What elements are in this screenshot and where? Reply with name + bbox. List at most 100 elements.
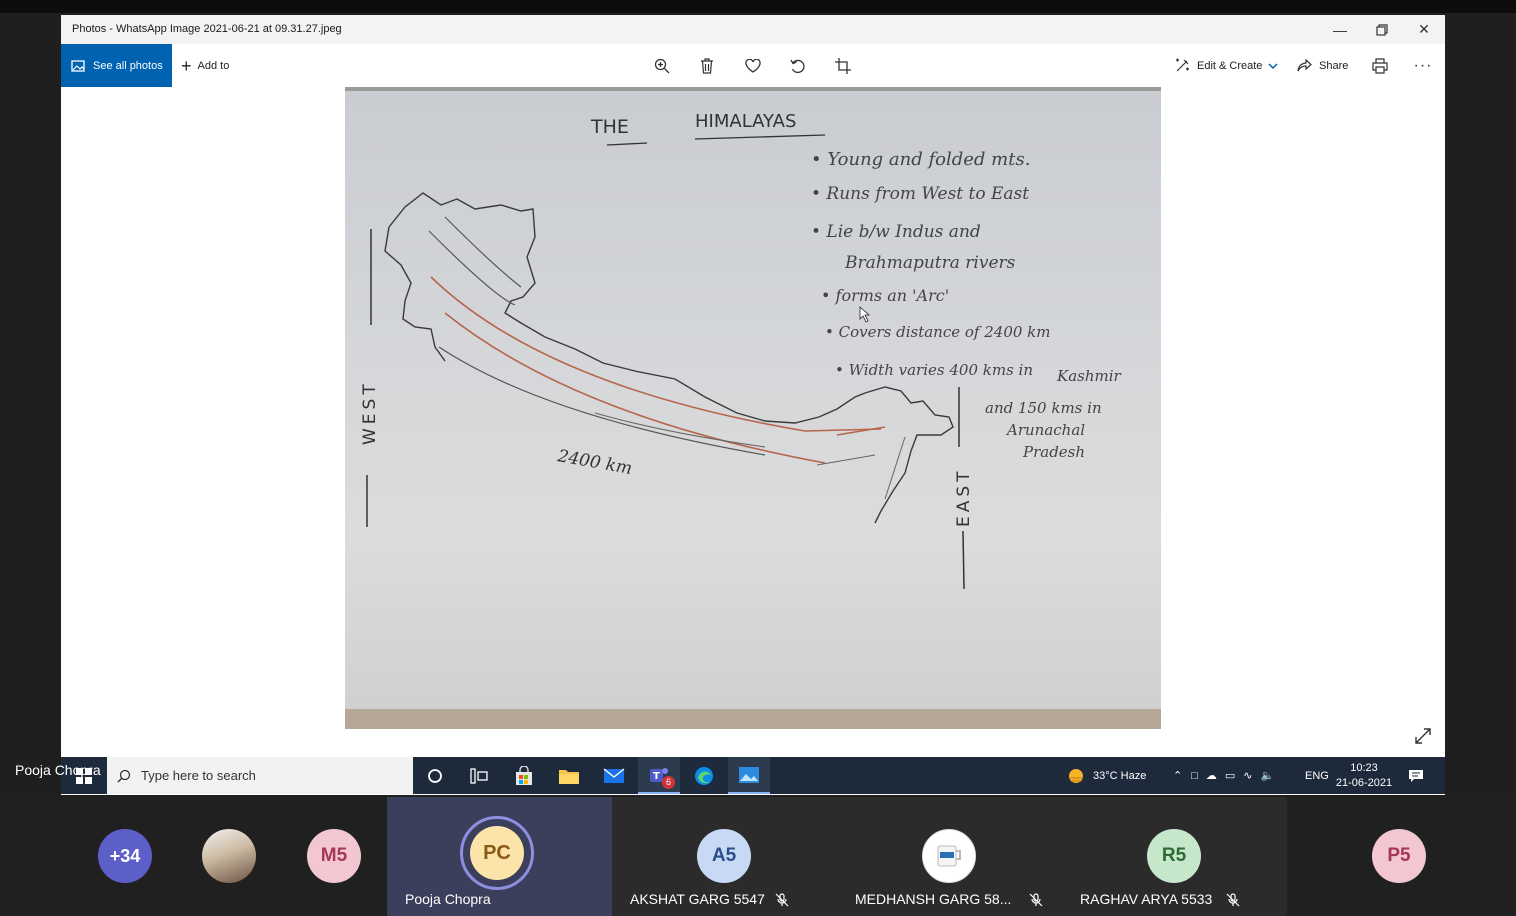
weather-widget[interactable]: 33°C Haze <box>1067 757 1146 794</box>
wb-title-himalayas: HIMALAYAS <box>695 111 796 132</box>
mouse-cursor <box>859 306 871 323</box>
print-button[interactable] <box>1368 54 1392 78</box>
participant-tile-medhansh-garg[interactable]: MEDHANSH GARG 58... <box>837 797 1062 916</box>
wb-distance-label: 2400 km <box>555 446 633 479</box>
taskbar-search-box[interactable]: Type here to search <box>107 757 413 794</box>
more-icon: ··· <box>1413 57 1433 74</box>
zoom-button[interactable] <box>650 54 674 78</box>
title-bar: Photos - WhatsApp Image 2021-06-21 at 09… <box>61 15 1445 44</box>
whiteboard-drawing: THE HIMALAYAS • Young and folded mts. • … <box>345 87 1161 729</box>
wb-west-label: WEST <box>360 380 380 445</box>
presenter-name-label: Pooja Chopra <box>15 762 101 778</box>
folder-icon <box>559 769 579 784</box>
edge-app-button[interactable] <box>683 757 725 794</box>
edit-create-label: Edit & Create <box>1197 59 1263 72</box>
rotate-button[interactable] <box>786 54 810 78</box>
onedrive-cloud-icon[interactable]: ☁ <box>1206 769 1217 782</box>
see-all-photos-label: See all photos <box>93 59 163 72</box>
task-view-button[interactable] <box>458 757 500 794</box>
participant-tile-photo[interactable] <box>177 797 282 916</box>
avatar: M5 <box>307 829 361 883</box>
participant-name: AKSHAT GARG 5547 <box>630 891 765 907</box>
restore-icon <box>1376 23 1388 36</box>
mug-image-icon <box>937 845 961 867</box>
share-label: Share <box>1319 59 1349 72</box>
delete-button[interactable] <box>695 54 719 78</box>
edit-icon <box>1176 58 1189 72</box>
teams-app-button[interactable]: T 6 <box>638 757 680 794</box>
action-center-button[interactable] <box>1408 757 1424 794</box>
teams-notification-badge: 6 <box>662 776 676 789</box>
file-explorer-button[interactable] <box>548 757 590 794</box>
language-indicator[interactable]: ENG <box>1305 757 1329 794</box>
add-to-button[interactable]: + Add to <box>181 44 229 87</box>
minimize-button[interactable]: — <box>1319 15 1361 44</box>
clock-date: 21-06-2021 <box>1335 777 1393 789</box>
weather-text: 33°C Haze <box>1093 769 1147 782</box>
task-view-icon <box>470 767 488 784</box>
photos-app-icon <box>739 766 759 783</box>
avatar: R5 <box>1147 829 1201 883</box>
participant-tile-raghav-arya[interactable]: R5 RAGHAV ARYA 5533 <box>1062 797 1287 916</box>
more-options-button[interactable]: ··· <box>1411 54 1435 78</box>
store-icon <box>516 765 532 785</box>
volume-icon[interactable]: 🔈 <box>1261 769 1275 782</box>
close-button[interactable]: ✕ <box>1403 15 1445 44</box>
add-to-label: Add to <box>197 59 230 72</box>
share-button[interactable]: Share <box>1297 44 1348 87</box>
photos-icon <box>71 59 85 72</box>
window-title: Photos - WhatsApp Image 2021-06-21 at 09… <box>72 23 342 35</box>
store-app-button[interactable] <box>503 757 545 794</box>
participant-tile-p5[interactable]: P5 <box>1287 797 1516 916</box>
wb-bullet-5: • Covers distance of 2400 km <box>825 323 1051 341</box>
taskbar-clock[interactable]: 10:23 21-06-2021 <box>1329 761 1399 791</box>
mic-muted-icon <box>1226 893 1240 907</box>
battery-icon[interactable]: ▭ <box>1225 769 1235 782</box>
screen-top-bar <box>0 0 1516 13</box>
participant-name: RAGHAV ARYA 5533 <box>1080 891 1213 907</box>
wb-bullet-2: • Runs from West to East <box>811 184 1029 204</box>
wb-bullet-6-cont: Kashmir <box>1056 367 1122 385</box>
windows-taskbar: Type here to search T 6 33°C Haze ⌃ □ ☁ … <box>61 757 1445 794</box>
see-all-photos-button[interactable]: See all photos <box>61 44 172 87</box>
favorite-button[interactable] <box>741 54 765 78</box>
print-icon <box>1372 58 1388 74</box>
mail-icon <box>603 767 625 783</box>
chevron-up-icon[interactable]: ⌃ <box>1173 769 1182 782</box>
fullscreen-expand-icon[interactable] <box>1413 726 1433 746</box>
participant-tile-akshat-garg[interactable]: A5 AKSHAT GARG 5547 <box>612 797 837 916</box>
cortana-circle-icon <box>428 768 442 783</box>
restore-button[interactable] <box>1361 15 1403 44</box>
participant-tile-m5[interactable]: M5 <box>282 797 387 916</box>
avatar: PC <box>470 826 524 880</box>
photos-window: Photos - WhatsApp Image 2021-06-21 at 09… <box>61 15 1445 795</box>
photo-toolbar: See all photos + Add to Edit & Create Sh <box>61 44 1445 87</box>
mail-app-button[interactable] <box>593 757 635 794</box>
photos-app-button[interactable] <box>728 757 770 794</box>
avatar <box>922 829 976 883</box>
rotate-icon <box>790 59 805 74</box>
overflow-count-avatar[interactable]: +34 <box>98 829 152 883</box>
cortana-button[interactable] <box>414 757 456 794</box>
wb-bullet-1: • Young and folded mts. <box>811 149 1030 170</box>
crop-icon <box>835 58 851 74</box>
wifi-icon[interactable]: ∿ <box>1243 769 1252 782</box>
wb-map-outline <box>388 192 954 524</box>
participant-tile-pooja-chopra[interactable]: PC Pooja Chopra <box>387 797 612 916</box>
avatar: P5 <box>1372 829 1426 883</box>
system-tray-icons: ⌃ □ ☁ ▭ ∿ 🔈 <box>1173 757 1274 794</box>
participant-tile-overflow[interactable]: +34 <box>72 797 177 916</box>
search-icon <box>117 769 131 782</box>
crop-button[interactable] <box>831 54 855 78</box>
svg-text:T: T <box>653 771 660 782</box>
weather-haze-icon <box>1069 768 1083 783</box>
wb-title-the: THE <box>590 116 629 138</box>
wb-arc-orange-2 <box>444 312 826 464</box>
wb-bullet-7-cont: Arunachal <box>1005 421 1085 439</box>
meet-now-icon[interactable]: □ <box>1191 770 1198 782</box>
wb-arc-orange-1 <box>430 276 882 432</box>
mic-muted-icon <box>775 893 789 907</box>
wb-bullet-7-cont2: Pradesh <box>1022 443 1085 461</box>
edit-create-button[interactable]: Edit & Create <box>1175 44 1278 87</box>
close-icon: ✕ <box>1418 21 1430 37</box>
